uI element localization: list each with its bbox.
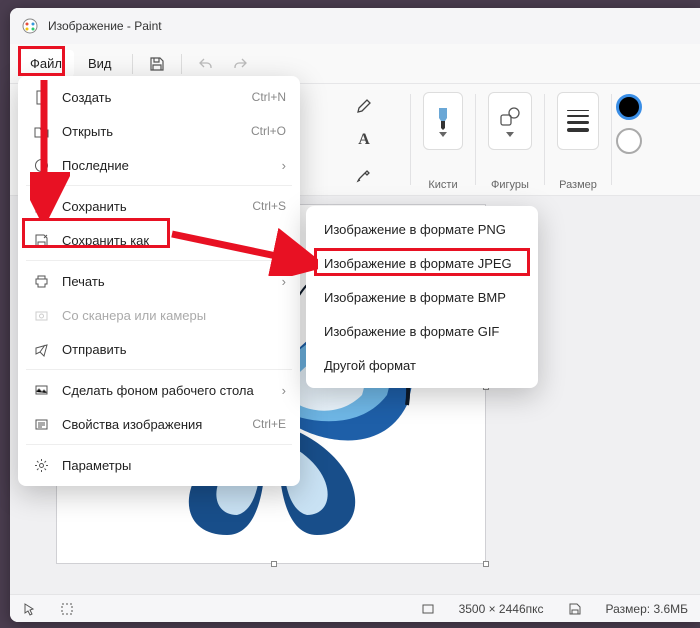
wallpaper-icon bbox=[32, 381, 50, 399]
divider bbox=[181, 54, 182, 74]
file-size-icon bbox=[568, 602, 582, 616]
menu-item-recent[interactable]: Последние › bbox=[22, 148, 296, 182]
pencil-tool-icon[interactable] bbox=[347, 92, 381, 120]
menu-label: Открыть bbox=[62, 124, 113, 139]
submenu-item-gif[interactable]: Изображение в формате GIF bbox=[312, 314, 532, 348]
menu-item-save-as[interactable]: Сохранить как › bbox=[22, 223, 296, 257]
ribbon-group-tools: A Инструменты bbox=[318, 84, 410, 195]
properties-icon bbox=[32, 415, 50, 433]
menu-item-send[interactable]: Отправить bbox=[22, 332, 296, 366]
titlebar: Изображение - Paint bbox=[10, 8, 700, 44]
chevron-right-icon: › bbox=[282, 233, 286, 248]
file-dropdown-menu: Создать Ctrl+N Открыть Ctrl+O Последние … bbox=[18, 76, 300, 486]
redo-button[interactable] bbox=[224, 48, 256, 80]
ribbon-label-shapes: Фигуры bbox=[491, 179, 529, 191]
save-icon bbox=[32, 197, 50, 215]
submenu-item-jpeg[interactable]: Изображение в формате JPEG bbox=[312, 246, 532, 280]
shortcut: Ctrl+E bbox=[252, 417, 286, 431]
submenu-item-other[interactable]: Другой формат bbox=[312, 348, 532, 382]
menu-label: Сохранить как bbox=[62, 233, 149, 248]
menu-item-properties[interactable]: Свойства изображения Ctrl+E bbox=[22, 407, 296, 441]
brush-picker[interactable] bbox=[423, 92, 463, 150]
menu-label: Параметры bbox=[62, 458, 131, 473]
menu-label: Сохранить bbox=[62, 199, 127, 214]
ribbon-group-size: Размер bbox=[545, 84, 611, 195]
ribbon-group-shapes: Фигуры bbox=[476, 84, 544, 195]
text-tool-icon[interactable]: A bbox=[347, 126, 381, 154]
menu-item-open[interactable]: Открыть Ctrl+O bbox=[22, 114, 296, 148]
color-primary[interactable] bbox=[616, 94, 642, 120]
menu-label: Сделать фоном рабочего стола bbox=[62, 383, 254, 398]
menu-item-save[interactable]: Сохранить Ctrl+S bbox=[22, 189, 296, 223]
menu-file[interactable]: Файл bbox=[18, 50, 74, 77]
menu-item-print[interactable]: Печать › bbox=[22, 264, 296, 298]
ribbon-label-size: Размер bbox=[559, 179, 597, 191]
menu-label: Отправить bbox=[62, 342, 126, 357]
camera-icon bbox=[32, 306, 50, 324]
menu-item-wallpaper[interactable]: Сделать фоном рабочего стола › bbox=[22, 373, 296, 407]
shortcut: Ctrl+S bbox=[252, 199, 286, 213]
chevron-right-icon: › bbox=[282, 274, 286, 289]
shortcut: Ctrl+N bbox=[252, 90, 286, 104]
menu-item-new[interactable]: Создать Ctrl+N bbox=[22, 80, 296, 114]
cursor-tool-icon bbox=[22, 602, 36, 616]
settings-icon bbox=[32, 456, 50, 474]
ribbon-label-brushes: Кисти bbox=[428, 179, 457, 191]
shapes-picker[interactable] bbox=[488, 92, 532, 150]
menu-item-params[interactable]: Параметры bbox=[22, 448, 296, 482]
file-size: Размер: 3.6МБ bbox=[606, 602, 688, 616]
menu-item-scanner: Со сканера или камеры bbox=[22, 298, 296, 332]
menu-label: Создать bbox=[62, 90, 111, 105]
submenu-item-png[interactable]: Изображение в формате PNG bbox=[312, 212, 532, 246]
window-title: Изображение - Paint bbox=[48, 19, 162, 33]
undo-button[interactable] bbox=[190, 48, 222, 80]
menu-view[interactable]: Вид bbox=[76, 50, 124, 77]
menu-label: Со сканера или камеры bbox=[62, 308, 206, 323]
shortcut: Ctrl+O bbox=[251, 124, 286, 138]
send-icon bbox=[32, 340, 50, 358]
save-as-icon bbox=[32, 231, 50, 249]
chevron-right-icon: › bbox=[282, 158, 286, 173]
save-as-submenu: Изображение в формате PNG Изображение в … bbox=[306, 206, 538, 388]
statusbar: 3500 × 2446пкс Размер: 3.6МБ bbox=[10, 594, 700, 622]
open-folder-icon bbox=[32, 122, 50, 140]
canvas-size-icon bbox=[421, 602, 435, 616]
menu-label: Печать bbox=[62, 274, 105, 289]
stroke-size-picker[interactable] bbox=[557, 92, 599, 150]
selection-icon bbox=[60, 602, 74, 616]
color-secondary[interactable] bbox=[616, 128, 642, 154]
color-swatches bbox=[612, 84, 646, 195]
submenu-item-bmp[interactable]: Изображение в формате BMP bbox=[312, 280, 532, 314]
new-file-icon bbox=[32, 88, 50, 106]
print-icon bbox=[32, 272, 50, 290]
canvas-dimensions: 3500 × 2446пкс bbox=[459, 602, 544, 616]
paint-app-icon bbox=[22, 18, 38, 34]
ribbon-group-brushes: Кисти bbox=[411, 84, 475, 195]
save-icon-button[interactable] bbox=[141, 48, 173, 80]
recent-icon bbox=[32, 156, 50, 174]
chevron-right-icon: › bbox=[282, 383, 286, 398]
menu-label: Свойства изображения bbox=[62, 417, 202, 432]
menu-label: Последние bbox=[62, 158, 129, 173]
divider bbox=[132, 54, 133, 74]
eyedropper-tool-icon[interactable] bbox=[347, 160, 381, 188]
